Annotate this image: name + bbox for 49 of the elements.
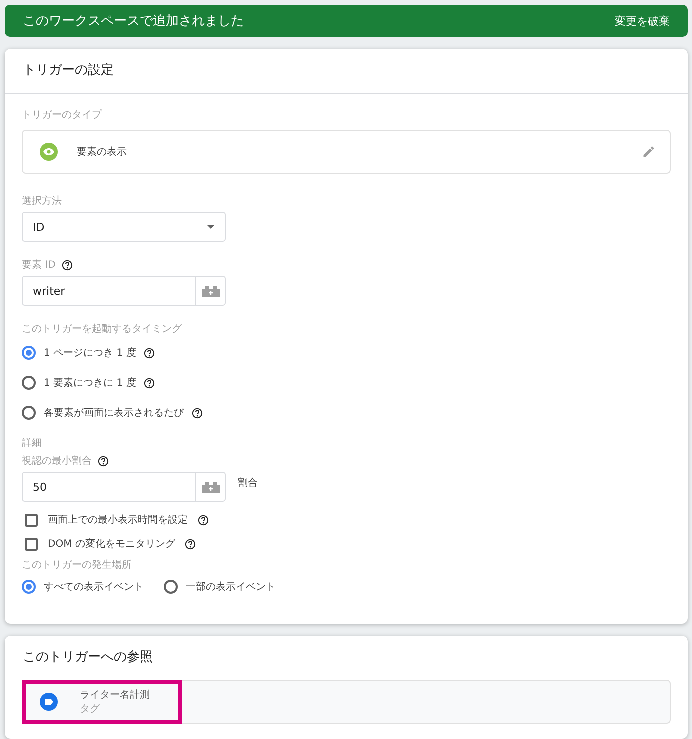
section-label: 詳細: [22, 436, 43, 450]
radio-label: 1 ページにつき 1 度: [44, 346, 136, 360]
card-title: このトリガーへの参照: [22, 649, 154, 667]
help-icon[interactable]: [62, 260, 73, 270]
help-icon[interactable]: [185, 538, 196, 550]
card-title: トリガーの設定: [22, 62, 115, 80]
checkbox[interactable]: [25, 538, 38, 550]
variable-icon: [202, 286, 220, 296]
help-icon[interactable]: [192, 408, 203, 418]
element-id-field[interactable]: writer: [22, 276, 196, 306]
eye-icon: [40, 143, 58, 161]
checkbox[interactable]: [25, 514, 38, 526]
radio-button[interactable]: [22, 406, 36, 420]
field-label: 視認の最小割合: [22, 454, 671, 468]
field-label: 要素 ID: [22, 258, 671, 272]
discard-changes-link[interactable]: 変更を破棄: [615, 14, 670, 28]
tag-icon: [40, 693, 58, 711]
field-label: 選択方法: [22, 194, 63, 208]
radio-label: 1 要素につきに 1 度: [44, 376, 136, 390]
checkbox-label: 画面上での最小表示時間を設定: [48, 514, 188, 527]
radio-label: 各要素が画面に表示されるたび: [44, 406, 184, 420]
radio-label: すべての表示イベント: [44, 580, 144, 594]
min-ratio-field[interactable]: 50: [22, 472, 196, 502]
help-icon[interactable]: [144, 378, 156, 388]
dropdown-caret-icon: [207, 225, 215, 229]
radio-button[interactable]: [22, 346, 36, 360]
help-icon[interactable]: [144, 348, 156, 358]
checkbox-label: DOM の変化をモニタリング: [48, 538, 176, 551]
radio-label: 一部の表示イベント: [186, 580, 276, 594]
field-label: トリガーのタイプ: [22, 108, 104, 122]
variable-button[interactable]: [196, 472, 226, 502]
trigger-type-name: 要素の表示: [77, 146, 128, 159]
field-label: このトリガーの発生場所: [22, 558, 133, 572]
reference-name: ライター名計測: [80, 688, 150, 702]
help-icon[interactable]: [198, 514, 209, 526]
banner-message: このワークスペースで追加されました: [23, 13, 244, 30]
trigger-type-box[interactable]: 要素の表示: [22, 130, 671, 174]
radio-button[interactable]: [22, 376, 36, 390]
help-icon[interactable]: [98, 456, 109, 466]
selection-method-dropdown[interactable]: ID: [22, 212, 226, 242]
radio-button[interactable]: [22, 580, 36, 594]
unit-label: 割合: [238, 476, 258, 490]
reference-item[interactable]: ライター名計測 タグ: [22, 680, 182, 724]
variable-icon: [202, 482, 220, 492]
edit-icon[interactable]: [642, 145, 656, 159]
radio-button[interactable]: [164, 580, 178, 594]
reference-type: タグ: [80, 703, 101, 716]
field-label: このトリガーを起動するタイミング: [22, 322, 183, 336]
variable-button[interactable]: [196, 276, 226, 306]
